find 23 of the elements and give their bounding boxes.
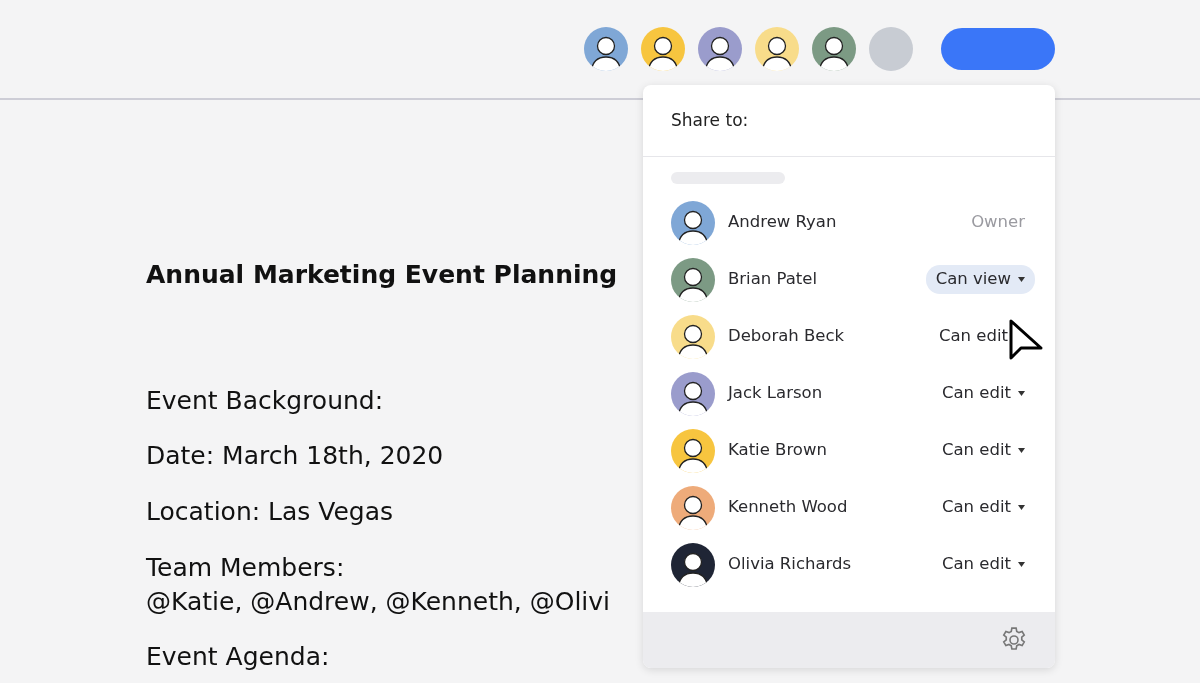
person-name: Kenneth Wood bbox=[728, 496, 849, 519]
document-title: Annual Marketing Event Planning bbox=[146, 259, 618, 291]
person-name: Olivia Richards bbox=[728, 553, 853, 576]
permission-dropdown[interactable]: Can edit bbox=[932, 379, 1035, 408]
permission-dropdown[interactable]: Can edit bbox=[932, 550, 1035, 579]
panel-title: Share to: bbox=[671, 108, 749, 132]
document-text: Event Background: bbox=[146, 384, 384, 417]
permission-dropdown[interactable]: Can edit bbox=[929, 322, 1035, 351]
person-name: Jack Larson bbox=[728, 382, 824, 405]
document-text: Location: Las Vegas bbox=[146, 496, 394, 528]
document-text: Team Members: bbox=[146, 551, 345, 584]
person-name: Deborah Beck bbox=[728, 325, 846, 348]
role-label: Owner bbox=[970, 211, 1026, 234]
person-name: Katie Brown bbox=[728, 439, 828, 462]
document-text: Date: March 18th, 2020 bbox=[146, 440, 444, 473]
document-text: Event Agenda: bbox=[146, 641, 330, 674]
permission-dropdown[interactable]: Can edit bbox=[932, 493, 1035, 522]
person-name: Brian Patel bbox=[728, 268, 819, 291]
share-button[interactable] bbox=[941, 28, 1055, 70]
person-name: Andrew Ryan bbox=[728, 211, 838, 234]
document-text: @Katie, @Andrew, @Kenneth, @Olivi bbox=[146, 585, 610, 618]
permission-dropdown[interactable]: Can view bbox=[925, 265, 1035, 294]
permission-dropdown[interactable]: Can edit bbox=[932, 436, 1035, 465]
